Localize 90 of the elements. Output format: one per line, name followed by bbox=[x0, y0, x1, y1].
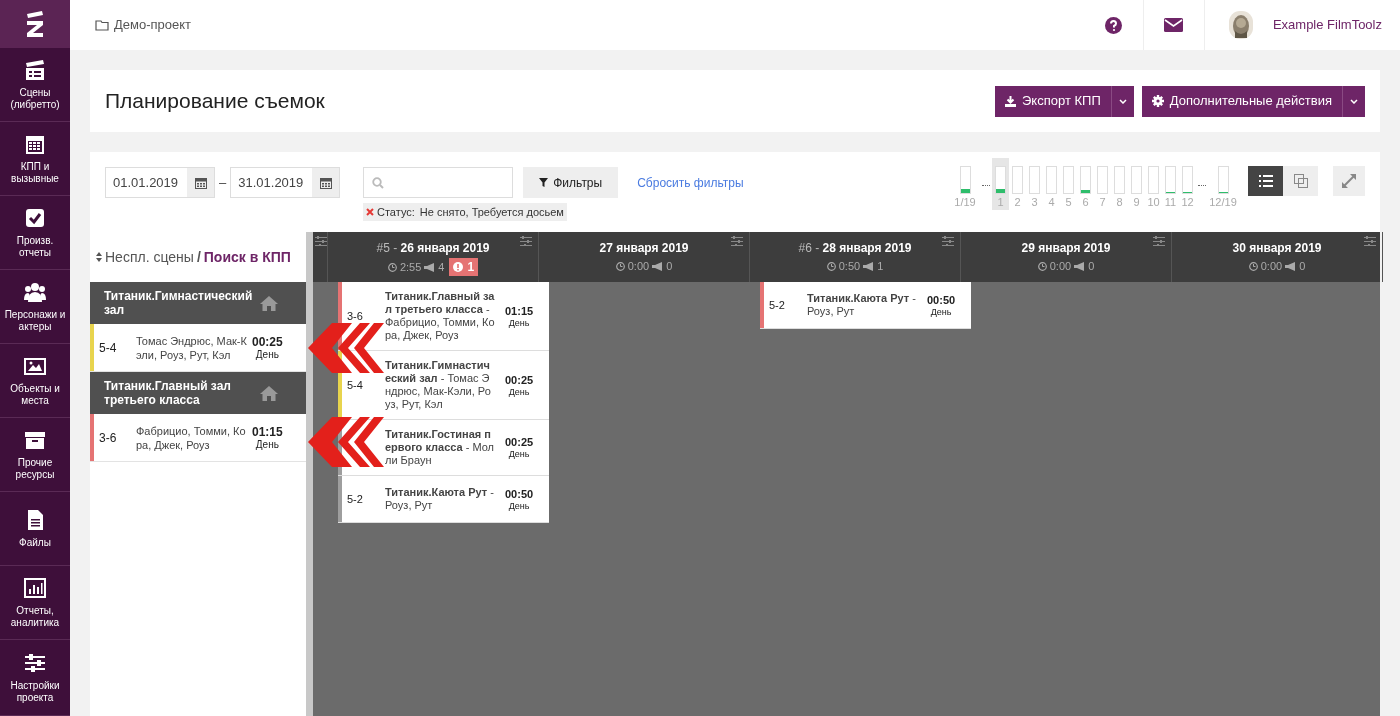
view-toggle[interactable] bbox=[1283, 166, 1318, 196]
dropdown-button[interactable] bbox=[1110, 85, 1134, 117]
expand-icon bbox=[1342, 174, 1356, 188]
sidebar-item[interactable]: Прочие ресурсы bbox=[0, 418, 70, 492]
sidebar-item[interactable]: Сцены (либретто) bbox=[0, 48, 70, 122]
sidebar-item[interactable]: Произв. отчеты bbox=[0, 196, 70, 270]
location-name: Титаник.Гимнастический зал bbox=[104, 289, 254, 317]
search-field[interactable] bbox=[363, 167, 514, 198]
dropdown-button[interactable] bbox=[1342, 85, 1365, 117]
logo-icon bbox=[24, 10, 46, 38]
search-link[interactable]: Поиск в КПП bbox=[203, 246, 291, 268]
sidebar-item[interactable]: Настройки проекта bbox=[0, 640, 70, 716]
duration-text: 0:00 bbox=[627, 259, 650, 274]
day-title: 29 января 2019 bbox=[1021, 240, 1111, 256]
clock-icon bbox=[826, 261, 836, 271]
warning-icon bbox=[453, 262, 464, 272]
help-icon bbox=[1104, 16, 1122, 34]
day-title: #6 - 28 января 2019 bbox=[798, 240, 912, 256]
location-name: Титаник.Главный зал третьего класса bbox=[104, 379, 232, 407]
filter-button[interactable]: Фильтры bbox=[523, 167, 619, 198]
caret-icon bbox=[1118, 98, 1127, 104]
close-icon bbox=[366, 208, 374, 216]
range-dash: – bbox=[218, 173, 228, 192]
scene-row[interactable]: 5-4 Томас Эндрюс, Мак-Кэли, Роуз, Рут, Кэл 00:25 День bbox=[94, 324, 306, 371]
envelope-icon bbox=[1164, 18, 1184, 32]
clock-icon bbox=[615, 261, 625, 271]
action-button[interactable]: Экспорт КПП bbox=[995, 85, 1111, 117]
scene-row[interactable]: 3-6 Фабрицио, Томми, Кора, Джек, Роуз 01:15 День bbox=[94, 414, 306, 461]
count-text: 0 bbox=[666, 259, 673, 274]
megaphone-icon bbox=[863, 261, 875, 271]
sliders-icon bbox=[1364, 236, 1376, 246]
clock-icon bbox=[1037, 261, 1047, 271]
sidebar-item[interactable]: Файлы bbox=[0, 492, 70, 566]
reset-filters-link[interactable]: Сбросить фильтры bbox=[637, 173, 744, 192]
house-icon bbox=[260, 385, 278, 401]
people-icon bbox=[24, 280, 46, 303]
sidebar-item[interactable]: Отчеты, аналитика bbox=[0, 566, 70, 640]
date-field[interactable]: 01.01.2019 bbox=[105, 167, 215, 198]
megaphone-icon bbox=[424, 262, 436, 272]
count-text: 0 bbox=[1299, 259, 1306, 274]
search-icon bbox=[372, 176, 385, 189]
sidebar-item[interactable]: КПП и вызывные bbox=[0, 122, 70, 196]
duration-text: 0:00 bbox=[1049, 259, 1072, 274]
sliders-icon bbox=[942, 236, 954, 246]
sliders-icon bbox=[24, 651, 46, 674]
download-icon bbox=[1005, 95, 1016, 107]
copy-icon bbox=[1293, 174, 1308, 188]
clapperboard-icon bbox=[24, 58, 46, 81]
page-title: Планирование съемок bbox=[105, 88, 326, 115]
caret-icon bbox=[1350, 98, 1358, 104]
day-title: #5 - 26 января 2019 bbox=[376, 240, 490, 256]
view-toggle[interactable] bbox=[1248, 166, 1283, 196]
duration-text: 2:55 bbox=[399, 259, 422, 275]
megaphone-icon bbox=[652, 261, 664, 271]
calendar-icon bbox=[194, 176, 207, 189]
section-title: Неспл. сцены bbox=[105, 247, 194, 267]
megaphone-icon bbox=[1285, 261, 1297, 271]
sidebar-item[interactable]: Персонажи и актеры bbox=[0, 270, 70, 344]
gear-icon bbox=[1151, 95, 1164, 107]
expand-button[interactable] bbox=[1333, 166, 1365, 196]
day-title: 30 января 2019 bbox=[1232, 240, 1322, 256]
calendar-icon bbox=[319, 176, 332, 189]
count-text: 1 bbox=[877, 259, 884, 274]
action-button[interactable]: Дополнительные действия bbox=[1141, 85, 1342, 117]
folder-icon bbox=[95, 19, 110, 31]
sliders-icon bbox=[731, 236, 743, 246]
alert-count: 1 bbox=[467, 259, 475, 276]
list-icon bbox=[1258, 175, 1273, 187]
clock-icon bbox=[1248, 261, 1258, 271]
count-text: 4 bbox=[438, 259, 445, 275]
duration-text: 0:50 bbox=[838, 259, 861, 274]
date-field[interactable]: 31.01.2019 bbox=[230, 167, 341, 198]
funnel-icon bbox=[539, 178, 549, 187]
house-icon bbox=[260, 295, 278, 311]
sliders-icon bbox=[520, 236, 532, 246]
filter-tag[interactable]: Статус: Не снято, Требуется досьем bbox=[363, 203, 567, 221]
count-text: 0 bbox=[1088, 259, 1095, 274]
bar-chart-icon bbox=[24, 576, 46, 599]
sidebar-item[interactable]: Объекты и места bbox=[0, 344, 70, 418]
day-title: 27 января 2019 bbox=[599, 240, 689, 256]
duration-text: 0:00 bbox=[1260, 259, 1283, 274]
clock-icon bbox=[387, 262, 397, 272]
separator: / bbox=[196, 247, 201, 267]
sort-icon bbox=[96, 252, 102, 262]
sliders-icon bbox=[315, 236, 327, 246]
sliders-icon bbox=[1153, 236, 1165, 246]
user-name[interactable]: Example FilmToolz bbox=[1272, 15, 1382, 35]
checkbox-icon bbox=[24, 206, 46, 229]
megaphone-icon bbox=[1074, 261, 1086, 271]
breadcrumb-link[interactable]: Демо-проект bbox=[114, 15, 192, 35]
